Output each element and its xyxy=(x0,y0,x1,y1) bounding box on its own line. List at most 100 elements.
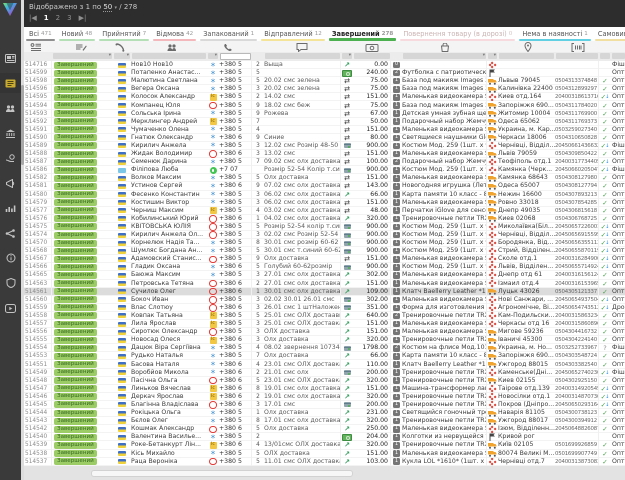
order-row[interactable]: 514588ЗавершенийЖидак Володимир+380 6313… xyxy=(24,150,625,158)
call-icon[interactable] xyxy=(115,42,125,52)
page-button-3[interactable]: 3 xyxy=(67,14,71,22)
order-row[interactable]: 514586ЗавершенийФіліпова Люба+7 07Розмір… xyxy=(24,166,625,174)
order-row[interactable]: 514538ЗавершенийКісь Михайло*+380 55ОЛХ … xyxy=(24,450,625,458)
tab-new[interactable]: Новий48 xyxy=(57,27,98,41)
order-row[interactable]: 514539ЗавершенийРоке-Бетанкурт Лін...lc+… xyxy=(24,441,625,449)
order-row[interactable]: 514587ЗавершенийСеменюк Дарина*+380 5709… xyxy=(24,158,625,166)
sidebar-item-promo-icon[interactable] xyxy=(0,173,21,193)
filter-carrier[interactable]: ▾ xyxy=(487,52,498,60)
order-row[interactable]: 514554ЗавершенийДацюк Віра Сергіївна*+38… xyxy=(24,344,625,352)
order-row[interactable]: 514547ЗавершенийЛиньков Вячеславlc+380 6… xyxy=(24,385,625,393)
order-row[interactable]: 514591ЗавершенийЧумаченко Олена*+380 54⇄… xyxy=(24,126,625,134)
order-row[interactable]: 514580ЗавершенийФесенко Константин*+380 … xyxy=(24,191,625,199)
order-row[interactable]: 514577ЗавершенийЧерниш Максимlc+380 5403… xyxy=(24,207,625,215)
filter-phone[interactable] xyxy=(219,52,252,60)
sidebar-item-media-icon[interactable] xyxy=(0,48,21,68)
order-row[interactable]: 514589ЗавершенийКирилич Анжела*+380 5312… xyxy=(24,142,625,150)
filter-select[interactable] xyxy=(354,53,390,59)
tab-accepted[interactable]: Прийнятий7 xyxy=(97,27,151,41)
sidebar-item-support-icon[interactable] xyxy=(0,273,21,293)
filter-select[interactable] xyxy=(556,53,598,59)
order-row[interactable]: 514570ЗавершенийКорнелюк Надія Та...*+38… xyxy=(24,239,625,247)
order-row[interactable]: 514544ЗавершенийРокіцька Ольга*+380 51Ол… xyxy=(24,409,625,417)
order-row[interactable]: 514543ЗавершенийБєлов Олег*+380 5817.01 … xyxy=(24,417,625,425)
order-row[interactable]: 514716ЗавершенийНов10 Нов10*+380 52Выща↗… xyxy=(24,61,625,69)
tab-shipped[interactable]: Відправлений12 xyxy=(259,27,327,41)
order-row[interactable]: 514575ЗавершенийКВІТОВСЬКА ЮЛІЯ+380 55Ро… xyxy=(24,223,625,231)
order-row[interactable]: 514546ЗавершенийДеркач Ярославlc+380 621… xyxy=(24,393,625,401)
order-row[interactable]: 514559ЗавершенийВлас Слотюу+380 6326.01 … xyxy=(24,304,625,312)
app-logo-icon[interactable] xyxy=(2,2,18,21)
filter-source[interactable]: ▾ xyxy=(207,52,219,60)
order-row[interactable]: 514596ЗавершенийВегера Оксана*+380 5320.… xyxy=(24,85,625,93)
filter-select[interactable] xyxy=(499,53,554,59)
tab-pickup[interactable]: Самовивіз2 xyxy=(593,27,625,41)
order-row[interactable]: 514537ЗавершенийРаца Вероніка+380 5511.0… xyxy=(24,458,625,466)
order-row[interactable]: 514556ЗавершенийСиротюк Олександр+380 53… xyxy=(24,328,625,336)
order-row[interactable]: 514558ЗавершенийКовпак Татьянаlc+380 552… xyxy=(24,312,625,320)
filter-payment[interactable]: ▾ xyxy=(341,52,353,60)
order-row[interactable]: 514555ЗавершенийНовосад Олесяlc+380 63Ол… xyxy=(24,336,625,344)
order-row[interactable]: 514582ЗавершенийВолков Максим*+380 55Олх… xyxy=(24,174,625,182)
money-icon[interactable] xyxy=(366,42,379,52)
order-row[interactable]: 514553ЗавершенийРудько Наталья*+380 57Ол… xyxy=(24,352,625,360)
phone-icon[interactable] xyxy=(223,42,233,52)
order-row[interactable]: 514576ЗавершенийКобилинський Юрий+380 61… xyxy=(24,215,625,223)
page-button-2[interactable]: 2 xyxy=(56,14,60,22)
page-button-1[interactable]: 1 xyxy=(44,14,49,22)
tab-completed[interactable]: Завершений278 xyxy=(327,27,398,41)
vertical-scrollbar-thumb[interactable] xyxy=(21,85,24,165)
order-row[interactable]: 514551ЗавершенийБасова Наталя*+380 6423.… xyxy=(24,360,625,368)
clients-icon[interactable] xyxy=(167,42,178,52)
horizontal-scrollbar[interactable] xyxy=(91,470,353,477)
filter-destination[interactable] xyxy=(498,52,555,60)
order-row[interactable]: 514545ЗавершенийБлагінна Владіслава+380 … xyxy=(24,401,625,409)
order-row[interactable]: 514581ЗавершенийУстинов Сергей*+380 6907… xyxy=(24,182,625,190)
sidebar-item-integrations-icon[interactable] xyxy=(0,223,21,243)
filter-check[interactable] xyxy=(599,52,611,60)
filter-amount[interactable] xyxy=(353,52,391,60)
sidebar-item-statistics-icon[interactable] xyxy=(0,198,21,218)
sidebar-item-info-icon[interactable] xyxy=(0,248,21,268)
filter-select[interactable] xyxy=(600,53,610,59)
order-row[interactable]: 514598ЗавершенийМалютина Светлана*+380 5… xyxy=(24,77,625,85)
order-row[interactable]: 514540ЗавершенийВалентина Василье...*+38… xyxy=(24,433,625,441)
filter-select[interactable]: ▾ xyxy=(53,53,112,59)
order-row[interactable]: 514561ЗавершенийСучилов Олег+380 6130.01… xyxy=(24,288,625,296)
sidebar-item-payouts-icon[interactable] xyxy=(0,148,21,168)
page-size-dropdown[interactable]: 50 xyxy=(103,3,112,12)
sidebar-item-orders-icon[interactable] xyxy=(0,73,21,93)
filter-select[interactable] xyxy=(132,53,206,59)
order-row[interactable]: 514565ЗавершенийБаюжа Максим*+380 5327.0… xyxy=(24,271,625,279)
filter-select[interactable]: ▾ xyxy=(488,53,497,59)
tab-declined[interactable]: Відмова42 xyxy=(151,27,198,41)
filter-select[interactable]: ▾ xyxy=(342,53,352,59)
filter-status[interactable]: ▾ xyxy=(52,52,113,60)
order-row[interactable]: 514568ЗавершенийШумляс Богдана Ан...*+38… xyxy=(24,247,625,255)
ttn-icon[interactable] xyxy=(572,42,585,52)
order-row[interactable]: 514549ЗавершенийВоробйов Микола*+380 622… xyxy=(24,369,625,377)
order-row[interactable]: 514594ЗавершенийКомпанец Юля+380 5918.02… xyxy=(24,101,625,109)
filter-input[interactable] xyxy=(220,53,251,60)
sidebar-item-clients-icon[interactable] xyxy=(0,98,21,118)
order-row[interactable]: 514567ЗавершенийАдамовский Станис...+380… xyxy=(24,255,625,263)
order-row[interactable]: 514579ЗавершенийКостишин Виктор*+380 530… xyxy=(24,199,625,207)
location-icon[interactable] xyxy=(524,42,532,52)
filter-select[interactable]: ▾ xyxy=(208,53,218,59)
vertical-scrollbar[interactable] xyxy=(21,0,24,480)
tab-returns-in-transit[interactable]: Повернення товару (в дорозі)0 xyxy=(398,27,517,41)
tab-all-orders[interactable]: Всі471 xyxy=(24,27,57,41)
filter-select[interactable]: ▾ xyxy=(403,53,486,59)
order-row[interactable]: 514595ЗавершенийКолосок Александрlc+380 … xyxy=(24,93,625,101)
tab-packed[interactable]: Запакований1 xyxy=(198,27,259,41)
orders-list-icon[interactable] xyxy=(31,42,42,52)
order-row[interactable]: 514566ЗавершенийГладик Оксана*+380 65Гол… xyxy=(24,263,625,271)
filter-product[interactable]: ▾ xyxy=(402,52,487,60)
last-page-button[interactable]: ▶| xyxy=(79,14,87,22)
order-row[interactable]: 514592ЗавершенийМерклингер Андрейlc+380 … xyxy=(24,118,625,126)
tab-out-of-stock[interactable]: Нема в наявності1 xyxy=(517,27,593,41)
filter-ttn[interactable] xyxy=(555,52,599,60)
order-row[interactable]: 514557ЗавершенийЛила Ярославlc+380 5325.… xyxy=(24,320,625,328)
order-row[interactable]: 514593ЗавершенийСольська Ірина*+380 59Ро… xyxy=(24,110,625,118)
order-row[interactable]: 514542ЗавершенийКошмак Александр+380 65О… xyxy=(24,425,625,433)
